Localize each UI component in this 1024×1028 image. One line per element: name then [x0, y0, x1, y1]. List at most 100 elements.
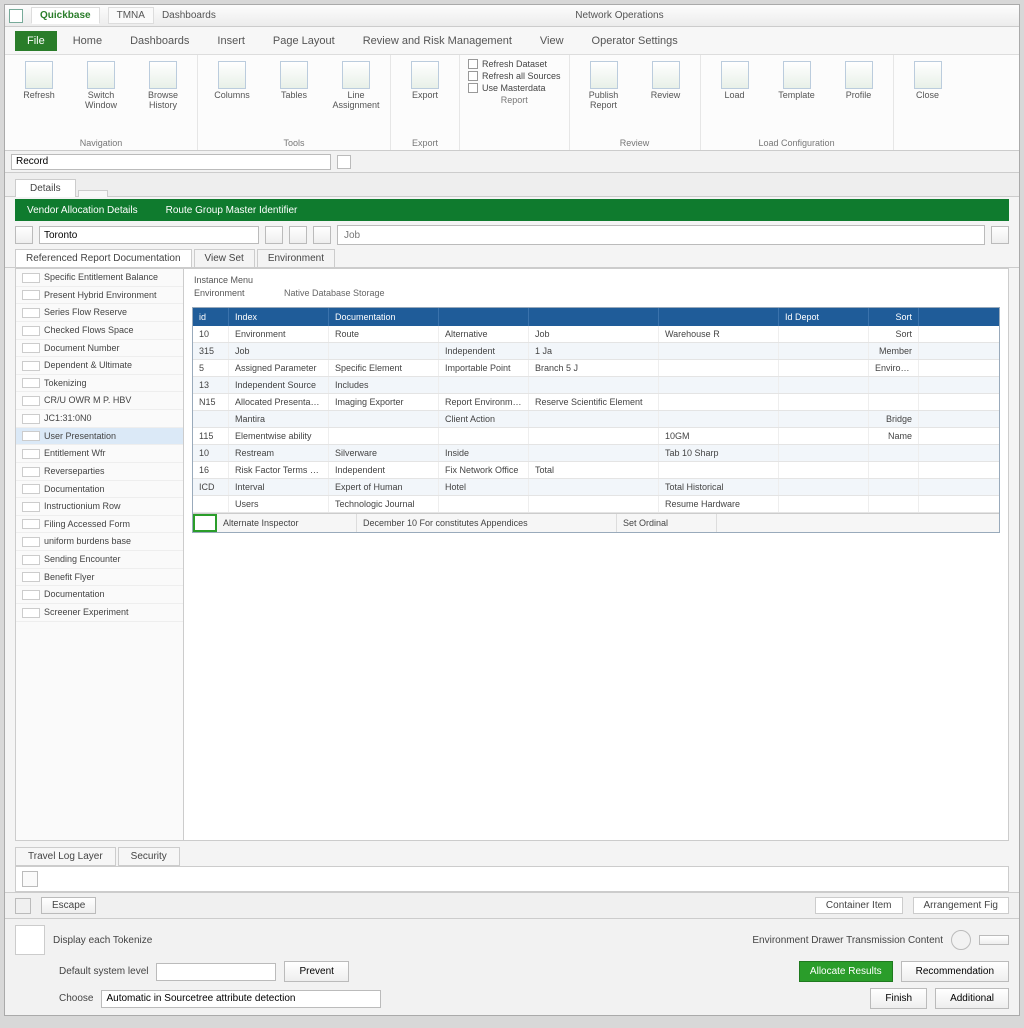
sidebar-item[interactable]: Filing Accessed Form [16, 516, 183, 534]
tool-icon[interactable] [289, 226, 307, 244]
table-row[interactable]: 10EnvironmentRouteAlternativeJobWarehous… [193, 326, 999, 343]
sidebar-item[interactable]: Instructionium Row [16, 498, 183, 516]
allocate-button[interactable]: Allocate Results [799, 961, 893, 982]
footer-right-button[interactable] [979, 935, 1009, 945]
ribbon-tables-button[interactable]: Tables [268, 59, 320, 103]
recommendation-button[interactable]: Recommendation [901, 961, 1009, 982]
sidebar-item[interactable]: Document Number [16, 340, 183, 358]
ribbon-load-button[interactable]: Load [709, 59, 761, 103]
ribbon-switch-button[interactable]: Switch Window [75, 59, 127, 113]
table-row[interactable]: 315JobIndependent1 JaMember [193, 343, 999, 360]
checkbox[interactable] [468, 59, 478, 69]
panel-icon[interactable] [22, 871, 38, 887]
sidebar-item[interactable]: Tokenizing [16, 375, 183, 393]
formula-bar [5, 151, 1019, 173]
table-row[interactable]: 5Assigned ParameterSpecific ElementImpor… [193, 360, 999, 377]
name-box[interactable] [11, 154, 331, 170]
sidebar-item[interactable]: Entitlement Wfr [16, 445, 183, 463]
table-row[interactable]: UsersTechnologic JournalResume Hardware [193, 496, 999, 513]
ribbon-history-button[interactable]: Browse History [137, 59, 189, 113]
filter-input[interactable] [39, 226, 259, 244]
column-header[interactable]: Index [229, 308, 329, 326]
ribbon-tab-file[interactable]: File [15, 31, 57, 51]
lower-tab[interactable]: Travel Log Layer [15, 847, 116, 866]
sidebar-item[interactable]: Present Hybrid Environment [16, 287, 183, 305]
sidebar-item[interactable]: Sending Encounter [16, 551, 183, 569]
ribbon-tab[interactable]: Insert [205, 31, 257, 51]
footer-marker[interactable] [193, 514, 217, 532]
additional-button[interactable]: Additional [935, 988, 1009, 1009]
checkbox[interactable] [468, 83, 478, 93]
column-header[interactable]: Sort [869, 308, 919, 326]
sidebar-item[interactable]: Specific Entitlement Balance [16, 269, 183, 287]
subtab[interactable]: Environment [257, 249, 335, 267]
tab-blank[interactable] [78, 190, 108, 197]
sidebar-item[interactable]: Benefit Flyer [16, 569, 183, 587]
sidebar-item[interactable]: uniform burdens base [16, 533, 183, 551]
status-pill[interactable]: Arrangement Fig [913, 897, 1009, 914]
subtab[interactable]: View Set [194, 249, 255, 267]
ribbon-tab[interactable]: Operator Settings [580, 31, 690, 51]
title-tab-doc[interactable]: TMNA [108, 7, 154, 24]
column-header[interactable] [529, 308, 659, 326]
column-header[interactable] [439, 308, 529, 326]
status-pill[interactable]: Container Item [815, 897, 903, 914]
help-icon[interactable] [951, 930, 971, 950]
table-row[interactable]: 115Elementwise ability10GMName [193, 428, 999, 445]
ribbon-tab[interactable]: Page Layout [261, 31, 347, 51]
ribbon-publish-button[interactable]: Publish Report [578, 59, 630, 113]
lower-tab[interactable]: Security [118, 847, 180, 866]
ribbon-review-button[interactable]: Review [640, 59, 692, 103]
sidebar-item[interactable]: Checked Flows Space [16, 322, 183, 340]
column-header[interactable]: id [193, 308, 229, 326]
tool-icon[interactable] [265, 226, 283, 244]
sidebar-item[interactable]: Documentation [16, 481, 183, 499]
ribbon-template-button[interactable]: Template [771, 59, 823, 103]
sidebar-item[interactable]: JC1:31:0N0 [16, 410, 183, 428]
sidebar-item[interactable]: Dependent & Ultimate [16, 357, 183, 375]
ribbon-tab[interactable]: Review and Risk Management [351, 31, 524, 51]
footer-input[interactable] [101, 990, 381, 1008]
tool-icon[interactable] [15, 226, 33, 244]
title-tab-product[interactable]: Quickbase [31, 7, 100, 24]
column-header[interactable] [659, 308, 779, 326]
fx-icon[interactable] [337, 155, 351, 169]
table-row[interactable]: 10RestreamSilverwareInsideTab 10 Sharp [193, 445, 999, 462]
table-row[interactable]: 16Risk Factor Terms VelIndependentFix Ne… [193, 462, 999, 479]
table-row[interactable]: N15Allocated PresentationImaging Exporte… [193, 394, 999, 411]
escape-button[interactable]: Escape [41, 897, 96, 914]
ribbon-export-button[interactable]: Export [399, 59, 451, 103]
search-input[interactable] [337, 225, 985, 245]
tree-icon [22, 343, 40, 353]
footer-cell: Alternate Inspector [217, 514, 357, 532]
table-row[interactable]: MantiraClient ActionBridge [193, 411, 999, 428]
ribbon-refresh-button[interactable]: Refresh [13, 59, 65, 103]
cell: Name [869, 428, 919, 444]
ribbon-tab[interactable]: Dashboards [118, 31, 201, 51]
subtab[interactable]: Referenced Report Documentation [15, 249, 192, 267]
ribbon-columns-button[interactable]: Columns [206, 59, 258, 103]
table-row[interactable]: ICDIntervalExpert of HumanHotelTotal His… [193, 479, 999, 496]
tab-details[interactable]: Details [15, 179, 76, 197]
sidebar-item[interactable]: Screener Experiment [16, 604, 183, 622]
column-header[interactable]: Documentation [329, 308, 439, 326]
ribbon-profile-button[interactable]: Profile [833, 59, 885, 103]
sidebar-item[interactable]: CR/U OWR M P. HBV [16, 392, 183, 410]
sidebar-item[interactable]: Documentation [16, 586, 183, 604]
column-header[interactable]: Id Depot [779, 308, 869, 326]
ribbon-close-button[interactable]: Close [902, 59, 954, 103]
ribbon-tab[interactable]: View [528, 31, 576, 51]
tool-icon[interactable] [313, 226, 331, 244]
sidebar-item[interactable]: User Presentation [16, 428, 183, 446]
search-go-icon[interactable] [991, 226, 1009, 244]
sidebar[interactable]: Specific Entitlement BalancePresent Hybr… [16, 269, 184, 840]
ribbon-tab[interactable]: Home [61, 31, 114, 51]
checkbox[interactable] [468, 71, 478, 81]
sidebar-item[interactable]: Reverseparties [16, 463, 183, 481]
finish-button[interactable]: Finish [870, 988, 927, 1009]
footer-input[interactable] [156, 963, 276, 981]
sidebar-item[interactable]: Series Flow Reserve [16, 304, 183, 322]
table-row[interactable]: 13Independent SourceIncludes [193, 377, 999, 394]
prevent-button[interactable]: Prevent [284, 961, 348, 982]
ribbon-line-button[interactable]: Line Assignment [330, 59, 382, 113]
